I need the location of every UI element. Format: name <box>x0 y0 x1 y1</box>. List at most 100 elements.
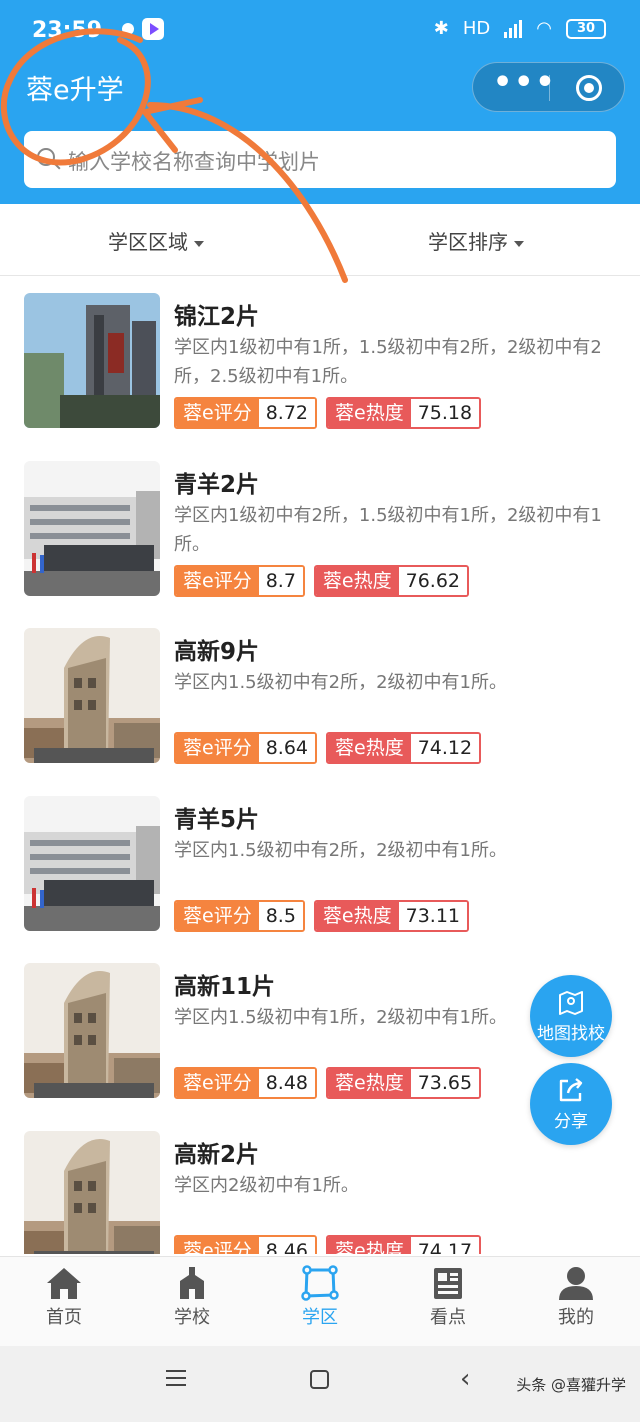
tab-news[interactable]: 看点 <box>384 1257 512 1346</box>
tab-district[interactable]: 学区 <box>256 1257 384 1346</box>
back-button[interactable]: ‹ <box>460 1364 470 1394</box>
district-description: 学区内1级初中有1所，1.5级初中有2所，2级初中有2所，2.5级初中有1所。 <box>174 337 602 387</box>
score-label: 蓉e评分 <box>176 566 259 595</box>
home-button[interactable] <box>310 1370 329 1389</box>
district-description: 学区内1.5级初中有2所，2级初中有1所。 <box>174 672 507 693</box>
status-bar: 23:59 ✱ HD ◠ 30 <box>0 0 640 60</box>
district-description: 学区内1级初中有2所，1.5级初中有1所，2级初中有1所。 <box>174 504 602 555</box>
tab-school[interactable]: 学校 <box>128 1257 256 1346</box>
district-list-item[interactable]: 青羊2片学区内1级初中有2所，1.5级初中有1所，2级初中有1所。蓉e评分 8.7… <box>0 445 640 612</box>
page-title: 蓉e升学 <box>26 75 124 106</box>
district-list-item[interactable]: 锦江2片学区内1级初中有1所，1.5级初中有2所，2级初中有2所，2.5级初中有… <box>0 277 640 444</box>
share-button[interactable]: 分享 <box>530 1063 612 1145</box>
score-value: 8.72 <box>258 399 316 427</box>
district-thumbnail <box>24 1130 160 1254</box>
heat-badge: 蓉e热度 74.17 <box>326 1234 482 1254</box>
map-find-school-button[interactable]: 地图找校 <box>530 975 612 1057</box>
score-label: 蓉e评分 <box>176 1069 259 1097</box>
recent-apps-button[interactable] <box>166 1370 186 1388</box>
heat-label: 蓉e热度 <box>328 1236 411 1254</box>
district-tags: 蓉e评分 8.48 蓉e热度 73.65 <box>174 1067 482 1099</box>
score-badge: 蓉e评分 8.64 <box>174 732 318 764</box>
tab-school-label: 学校 <box>174 1307 210 1328</box>
district-thumbnail <box>24 628 160 763</box>
heat-badge: 蓉e热度 76.62 <box>313 564 470 597</box>
header-bar: 23:59 ✱ HD ◠ 30 蓉e升学 ••• 输入学校名称查询中学划片 <box>0 0 640 204</box>
signal-icon <box>504 19 523 38</box>
score-value: 8.48 <box>258 1069 316 1097</box>
battery-icon: 30 <box>566 18 606 39</box>
hd-network-label: HD <box>462 18 491 39</box>
heat-value: 76.62 <box>398 566 468 595</box>
close-miniprogram-icon[interactable] <box>576 75 602 101</box>
search-input[interactable]: 输入学校名称查询中学划片 <box>24 131 616 188</box>
district-list-item[interactable]: 高新9片 学区内1.5级初中有2所，2级初中有1所。 蓉e评分 8.64 蓉e热度 74.… <box>0 612 640 779</box>
heat-badge: 蓉e热度 73.11 <box>313 899 470 932</box>
district-tags: 蓉e评分 8.46 蓉e热度 74.17 <box>174 1234 482 1254</box>
district-thumbnail <box>24 795 160 931</box>
score-label: 蓉e评分 <box>176 399 259 427</box>
video-app-icon <box>142 18 164 40</box>
score-badge: 蓉e评分 8.5 <box>174 899 305 932</box>
heat-value: 73.65 <box>410 1069 480 1097</box>
district-name: 高新2片 <box>174 1141 260 1168</box>
district-name: 高新9片 <box>174 639 260 665</box>
heat-value: 73.11 <box>398 901 468 930</box>
notification-icons <box>122 18 164 40</box>
heat-badge: 蓉e热度 73.65 <box>326 1067 482 1099</box>
district-thumbnail <box>24 460 160 596</box>
district-sort-filter[interactable]: 学区排序 <box>428 226 524 255</box>
source-watermark: 头条 @喜獾升学 <box>516 1376 626 1394</box>
heat-label: 蓉e热度 <box>315 901 399 930</box>
caret-down-icon <box>514 240 524 247</box>
filter-bar: 学区区域 学区排序 <box>0 204 640 276</box>
tab-profile[interactable]: 我的 <box>512 1257 640 1346</box>
status-indicators: ✱ HD ◠ 30 <box>434 18 606 39</box>
news-icon <box>434 1268 462 1299</box>
district-description: 学区内1.5级初中有2所，2级初中有1所。 <box>174 839 507 861</box>
district-name: 锦江2片 <box>174 304 260 330</box>
score-value: 8.5 <box>258 901 303 930</box>
tab-home[interactable]: 首页 <box>0 1257 128 1346</box>
heat-label: 蓉e热度 <box>328 734 411 762</box>
score-label: 蓉e评分 <box>176 901 259 930</box>
score-label: 蓉e评分 <box>176 1236 259 1254</box>
tab-news-label: 看点 <box>430 1307 466 1328</box>
tab-home-label: 首页 <box>46 1307 82 1328</box>
score-value: 8.46 <box>258 1236 316 1254</box>
heat-label: 蓉e热度 <box>328 1069 411 1097</box>
share-label: 分享 <box>554 1112 588 1132</box>
district-icon <box>301 1265 339 1301</box>
map-find-school-label: 地图找校 <box>537 1024 605 1044</box>
tab-district-label: 学区 <box>302 1307 338 1328</box>
wifi-icon: ◠ <box>536 18 552 39</box>
miniprogram-capsule: ••• <box>472 62 625 112</box>
score-label: 蓉e评分 <box>176 734 259 762</box>
district-area-filter[interactable]: 学区区域 <box>108 226 204 255</box>
score-badge: 蓉e评分 8.46 <box>174 1234 318 1254</box>
district-list-item[interactable]: 青羊5片 学区内1.5级初中有2所，2级初中有1所。 蓉e评分 8.5 蓉e热度 73.1… <box>0 780 640 947</box>
district-area-label: 学区区域 <box>108 230 188 254</box>
district-thumbnail <box>24 293 160 428</box>
score-badge: 蓉e评分 8.72 <box>174 397 318 429</box>
search-placeholder: 输入学校名称查询中学划片 <box>68 150 320 174</box>
heat-label: 蓉e热度 <box>328 399 411 427</box>
score-value: 8.7 <box>258 566 303 595</box>
bottom-tab-bar: 首页 学校 学区 看点 我的 <box>0 1256 640 1346</box>
share-icon <box>559 1078 583 1102</box>
system-navigation-bar: ‹ 头条 @喜獾升学 <box>0 1346 640 1422</box>
district-description: 学区内2级初中有1所。 <box>174 1174 359 1196</box>
more-options-button[interactable]: ••• <box>493 63 555 111</box>
heat-value: 74.17 <box>410 1236 480 1254</box>
score-badge: 蓉e评分 8.7 <box>174 564 305 597</box>
district-name: 高新11片 <box>174 974 276 1000</box>
heat-badge: 蓉e热度 74.12 <box>326 732 482 764</box>
tab-profile-label: 我的 <box>558 1307 594 1328</box>
score-value: 8.64 <box>258 734 316 762</box>
caret-down-icon <box>194 240 204 247</box>
district-name: 青羊2片 <box>174 471 260 498</box>
profile-icon <box>559 1267 593 1300</box>
district-sort-label: 学区排序 <box>428 230 508 254</box>
heat-label: 蓉e热度 <box>315 566 399 595</box>
capsule-divider <box>549 75 550 101</box>
